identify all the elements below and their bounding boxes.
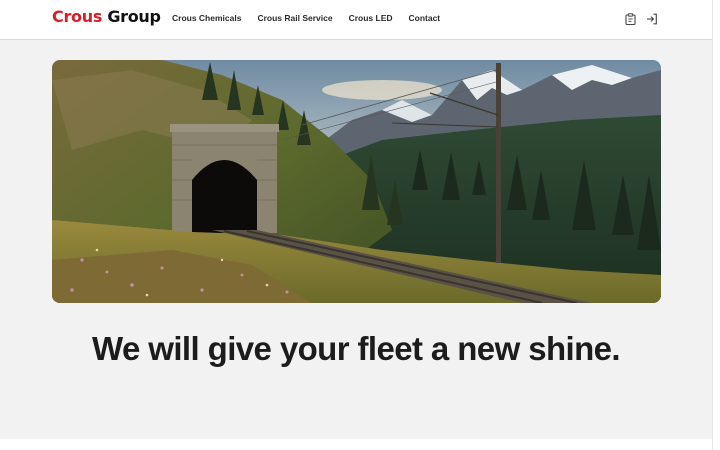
page-headline: We will give your fleet a new shine. — [92, 330, 621, 367]
scrollbar[interactable] — [712, 0, 720, 450]
railway-tunnel-illustration — [52, 60, 661, 303]
nav-crous-rail-service[interactable]: Crous Rail Service — [257, 13, 332, 23]
main-nav: Crous Chemicals Crous Rail Service Crous… — [172, 13, 440, 23]
nav-contact[interactable]: Contact — [409, 13, 441, 23]
login-icon[interactable] — [645, 12, 659, 26]
site-header: Crous Group Crous Chemicals Crous Rail S… — [0, 0, 712, 40]
footer-band — [0, 439, 712, 450]
logo-brand: Crous — [52, 7, 103, 26]
nav-crous-led[interactable]: Crous LED — [349, 13, 393, 23]
clipboard-icon[interactable] — [623, 12, 637, 26]
hero-image — [52, 60, 661, 303]
nav-crous-chemicals[interactable]: Crous Chemicals — [172, 13, 241, 23]
logo-rest: Group — [102, 7, 161, 26]
logo[interactable]: Crous Group — [52, 7, 161, 26]
